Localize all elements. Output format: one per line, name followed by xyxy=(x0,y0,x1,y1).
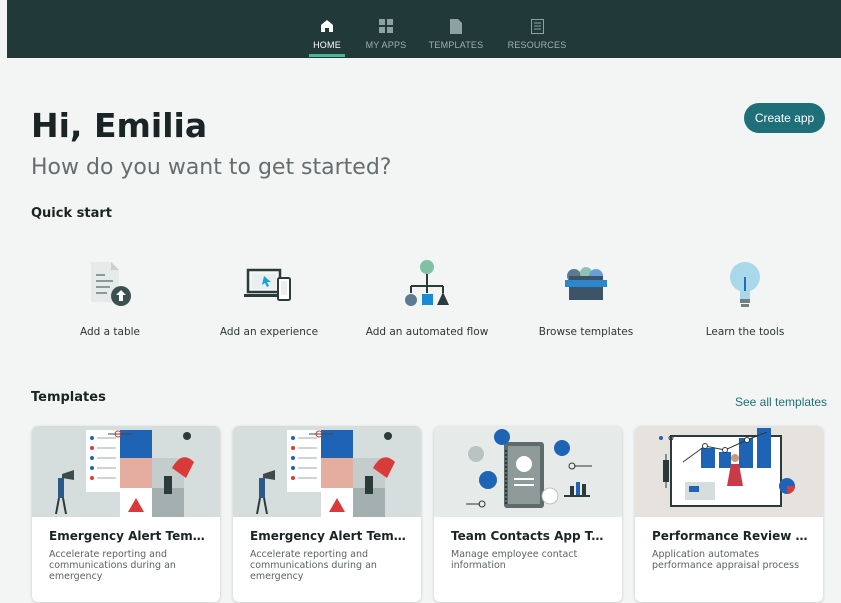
nav-my-apps[interactable]: MY APPS xyxy=(364,0,408,58)
book-icon xyxy=(530,18,544,34)
quick-start-label: Add a table xyxy=(79,326,141,338)
template-card-title: Team Contacts App Templ... xyxy=(451,529,611,543)
templates-heading: Templates xyxy=(31,390,106,405)
template-thumbnail xyxy=(32,426,220,517)
quick-start-learn-tools[interactable]: Learn the tools xyxy=(665,256,825,346)
quick-start-browse-templates[interactable]: Browse templates xyxy=(506,256,666,346)
quick-start-label: Browse templates xyxy=(538,326,634,338)
devices-icon xyxy=(244,256,294,312)
nav-templates-label: TEMPLATES xyxy=(428,40,484,50)
template-card-description: Manage employee contact information xyxy=(451,549,578,571)
nav-my-apps-label: MY APPS xyxy=(365,40,407,50)
template-card-description: Accelerate reporting and communications … xyxy=(250,549,377,582)
template-card-title: Performance Review Tem... xyxy=(652,529,812,543)
nav-templates[interactable]: TEMPLATES xyxy=(428,0,484,58)
nav-home-label: HOME xyxy=(313,40,341,50)
create-app-button[interactable]: Create app xyxy=(744,103,825,133)
quick-start-add-flow[interactable]: Add an automated flow xyxy=(347,256,507,346)
template-card[interactable]: Emergency Alert Template Accelerate repo… xyxy=(233,426,421,602)
page-subtitle: How do you want to get started? xyxy=(31,155,392,180)
page-greeting: Hi, Emilia xyxy=(31,106,208,145)
nav-home[interactable]: HOME xyxy=(309,0,345,58)
nav-resources-label: RESOURCES xyxy=(507,40,567,50)
template-card-description: Application automates performance apprai… xyxy=(652,549,800,571)
quick-start-label: Add an automated flow xyxy=(365,326,489,338)
top-nav: HOME MY APPS TEMPLATES RESOURCES xyxy=(7,0,841,58)
document-icon xyxy=(450,18,462,34)
apps-grid-icon xyxy=(379,18,393,34)
flow-icon xyxy=(402,256,452,312)
see-all-templates-link[interactable]: See all templates xyxy=(735,395,827,409)
quick-start-add-experience[interactable]: Add an experience xyxy=(189,256,349,346)
template-thumbnail xyxy=(434,426,622,517)
template-card-description: Accelerate reporting and communications … xyxy=(49,549,176,582)
template-thumbnail xyxy=(233,426,421,517)
add-table-icon xyxy=(85,256,135,312)
template-card-title: Emergency Alert Template xyxy=(250,529,410,543)
quick-start-heading: Quick start xyxy=(31,206,112,221)
nav-resources[interactable]: RESOURCES xyxy=(507,0,567,58)
quick-start-add-table[interactable]: Add a table xyxy=(30,256,190,346)
quick-start-label: Add an experience xyxy=(219,326,319,338)
quick-start-label: Learn the tools xyxy=(705,326,785,338)
template-card-title: Emergency Alert Template xyxy=(49,529,209,543)
lightbulb-icon xyxy=(725,256,765,312)
template-card[interactable]: Emergency Alert Template Accelerate repo… xyxy=(32,426,220,602)
home-icon xyxy=(320,18,334,34)
template-card[interactable]: Performance Review Tem... Application au… xyxy=(635,426,823,602)
template-thumbnail xyxy=(635,426,823,517)
template-card[interactable]: Team Contacts App Templ... Manage employ… xyxy=(434,426,622,602)
templates-box-icon xyxy=(561,256,611,312)
